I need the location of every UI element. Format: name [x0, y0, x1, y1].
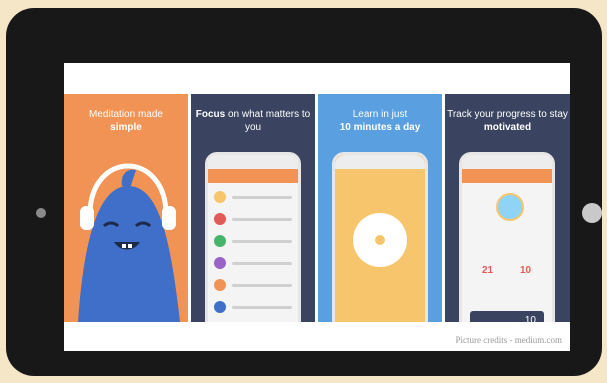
list-line	[232, 239, 292, 243]
phone-appbar	[462, 169, 552, 183]
list-item[interactable]	[214, 277, 292, 293]
topic-icon	[214, 213, 226, 225]
caption-bold: Focus	[195, 109, 226, 120]
phone-status-bar	[335, 155, 425, 169]
caption-bold: motivated	[483, 122, 532, 133]
panel-caption: Track your progress to stay motivated	[445, 108, 570, 134]
topic-icon	[214, 235, 226, 247]
monster-mascot	[78, 163, 180, 322]
phone-appbar	[208, 169, 298, 183]
front-camera-icon	[36, 208, 46, 218]
topic-icon	[214, 301, 226, 313]
list-line	[232, 217, 292, 221]
phone-status-bar	[462, 155, 552, 169]
picture-credit: Picture credits - medium.com	[455, 335, 562, 345]
home-button[interactable]	[582, 203, 602, 223]
caption-text: Learn in just	[352, 109, 408, 120]
list-line	[232, 195, 292, 199]
phone-mockup: 21 10 10	[459, 152, 555, 322]
list-item[interactable]	[214, 233, 292, 249]
list-line	[232, 283, 292, 287]
list-item[interactable]	[214, 299, 292, 315]
caption-text: on what matters to you	[225, 109, 311, 133]
panel-track: Track your progress to stay motivated 21…	[445, 94, 570, 322]
list-item[interactable]	[214, 211, 292, 227]
phone-mockup	[205, 152, 301, 322]
panel-meditation: Meditation made simple	[64, 94, 188, 322]
list-line	[232, 305, 292, 309]
panel-learn: Learn in just 10 minutes a day	[318, 94, 442, 322]
stat-left: 21	[482, 265, 494, 276]
topic-icon	[214, 191, 226, 203]
phone-mockup	[332, 152, 428, 322]
caption-text: Track your progress to stay	[447, 109, 568, 120]
topic-list	[214, 189, 292, 321]
panel-focus: Focus on what matters to you	[191, 94, 315, 322]
tablet-screen: Meditation made simple Focus on what mat…	[64, 63, 570, 351]
progress-card[interactable]: 10	[470, 311, 544, 322]
panel-caption: Learn in just 10 minutes a day	[318, 108, 442, 134]
list-item[interactable]	[214, 189, 292, 205]
progress-number: 10	[524, 315, 536, 322]
list-line	[232, 261, 292, 265]
tablet-frame: Meditation made simple Focus on what mat…	[6, 8, 602, 376]
caption-bold: 10 minutes a day	[339, 122, 421, 133]
panel-caption: Focus on what matters to you	[191, 108, 315, 134]
avatar-icon[interactable]	[496, 193, 524, 221]
timer-icon[interactable]	[353, 213, 407, 267]
list-item[interactable]	[214, 255, 292, 271]
topic-icon	[214, 257, 226, 269]
timer-center	[375, 235, 385, 245]
topic-icon	[214, 279, 226, 291]
phone-status-bar	[208, 155, 298, 169]
stat-right: 10	[520, 265, 532, 276]
